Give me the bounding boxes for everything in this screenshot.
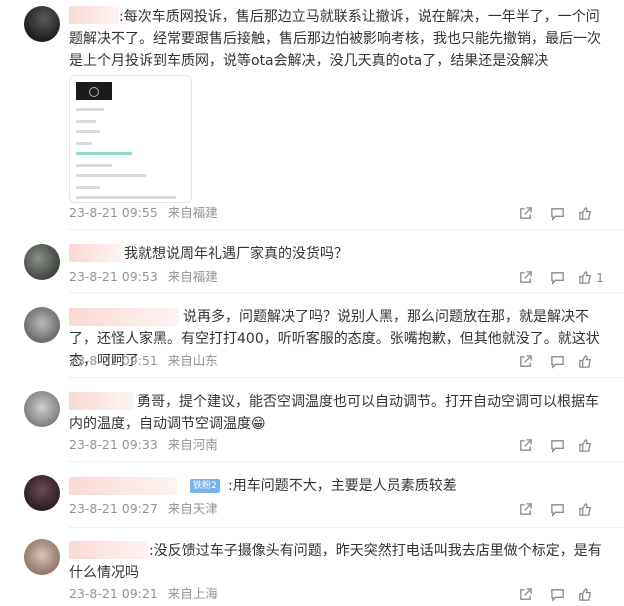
like-icon — [579, 206, 591, 220]
comment-item: 我就想说周年礼遇厂家真的没货吗？ 23-8-21 09:53 来自福建 1 — [0, 230, 624, 293]
comment-icon[interactable] — [546, 268, 568, 286]
comment-location: 来自福建 — [167, 269, 218, 284]
fan-badge[interactable]: 铁粉2 — [190, 479, 220, 493]
divider — [69, 461, 624, 462]
username-redacted[interactable] — [69, 244, 121, 262]
avatar[interactable] — [24, 539, 60, 575]
like-icon — [579, 587, 591, 601]
comment-icon[interactable] — [546, 204, 568, 222]
share-icon[interactable] — [514, 352, 536, 370]
comment-date: 23-8-21 09:21 — [69, 586, 158, 601]
comment-text: :用车问题不大，主要是人员素质较差 — [228, 478, 457, 494]
comment-item: :没反馈过车子摄像头有问题，昨天突然打电话叫我去店里做个标定，是有什么情况吗 2… — [0, 527, 624, 606]
comment-icon[interactable] — [546, 436, 568, 454]
comment-item: 铁粉2 :用车问题不大，主要是人员素质较差 23-8-21 09:27 来自天津 — [0, 463, 624, 528]
avatar[interactable] — [24, 475, 60, 511]
like-button[interactable]: 1 — [578, 268, 608, 286]
comment-actions: 1 — [504, 268, 608, 286]
comment-item: 勇哥，提个建议，能否空调温度也可以自动调节。打开自动空调可以根据车内的温度，自动… — [0, 378, 624, 463]
avatar[interactable] — [24, 6, 60, 42]
comment-location: 来自河南 — [167, 437, 218, 452]
like-button[interactable] — [578, 500, 608, 518]
comment-location: 来自上海 — [167, 586, 218, 601]
comment-meta: 23-8-21 09:55 来自福建 — [69, 204, 224, 222]
comment-image[interactable] — [69, 75, 192, 203]
like-count: 1 — [596, 269, 604, 285]
comment-location: 来自福建 — [167, 205, 218, 220]
comment-meta: 23-8-21 09:27 来自天津 — [69, 500, 224, 518]
like-button[interactable] — [578, 436, 608, 454]
comment-location: 来自天津 — [167, 501, 218, 516]
comment-date: 23-8-21 09:55 — [69, 205, 158, 220]
like-button[interactable] — [578, 585, 608, 603]
comment-actions — [504, 204, 608, 222]
like-button[interactable] — [578, 204, 608, 222]
comment-item: :每次车质网投诉，售后那边立马就联系让撤诉，说在解决，一年半了，一个问题解决不了… — [0, 0, 624, 230]
like-icon — [579, 354, 591, 368]
comment-actions — [504, 436, 608, 454]
like-icon — [579, 270, 591, 284]
share-icon[interactable] — [514, 268, 536, 286]
like-button[interactable] — [578, 352, 608, 370]
comment-meta: 23-8-21 09:51 来自山东 — [69, 352, 224, 370]
comment-actions — [504, 500, 608, 518]
comment-date: 23-8-21 09:33 — [69, 437, 158, 452]
comment-meta: 23-8-21 09:21 来自上海 — [69, 585, 224, 603]
comment-actions — [504, 352, 608, 370]
comment-date: 23-8-21 09:27 — [69, 501, 158, 516]
comment-location: 来自山东 — [167, 353, 218, 368]
comment-icon[interactable] — [546, 500, 568, 518]
like-icon — [579, 502, 591, 516]
comment-date: 23-8-21 09:53 — [69, 269, 158, 284]
username-redacted[interactable] — [69, 477, 177, 495]
share-icon[interactable] — [514, 436, 536, 454]
share-icon[interactable] — [514, 585, 536, 603]
comment-text: 勇哥，提个建议，能否空调温度也可以自动调节。打开自动空调可以根据车内的温度，自动… — [69, 394, 599, 432]
comment-date: 23-8-21 09:51 — [69, 353, 158, 368]
share-icon[interactable] — [514, 500, 536, 518]
comment-text: 我就想说周年礼遇厂家真的没货吗？ — [124, 246, 348, 262]
share-icon[interactable] — [514, 204, 536, 222]
comment-meta: 23-8-21 09:33 来自河南 — [69, 436, 224, 454]
comment-icon[interactable] — [546, 585, 568, 603]
avatar[interactable] — [24, 244, 60, 280]
avatar[interactable] — [24, 307, 60, 343]
like-icon — [579, 438, 591, 452]
comment-actions — [504, 585, 608, 603]
comment-icon[interactable] — [546, 352, 568, 370]
comment-item: 说再多，问题解决了吗？说别人黑，那么问题放在那，就是解决不了，还怪人家黑。有空打… — [0, 293, 624, 378]
comment-text: :没反馈过车子摄像头有问题，昨天突然打电话叫我去店里做个标定，是有什么情况吗 — [69, 543, 602, 581]
avatar[interactable] — [24, 391, 60, 427]
comment-text: :每次车质网投诉，售后那边立马就联系让撤诉，说在解决，一年半了，一个问题解决不了… — [69, 9, 601, 69]
comment-meta: 23-8-21 09:53 来自福建 — [69, 268, 224, 286]
